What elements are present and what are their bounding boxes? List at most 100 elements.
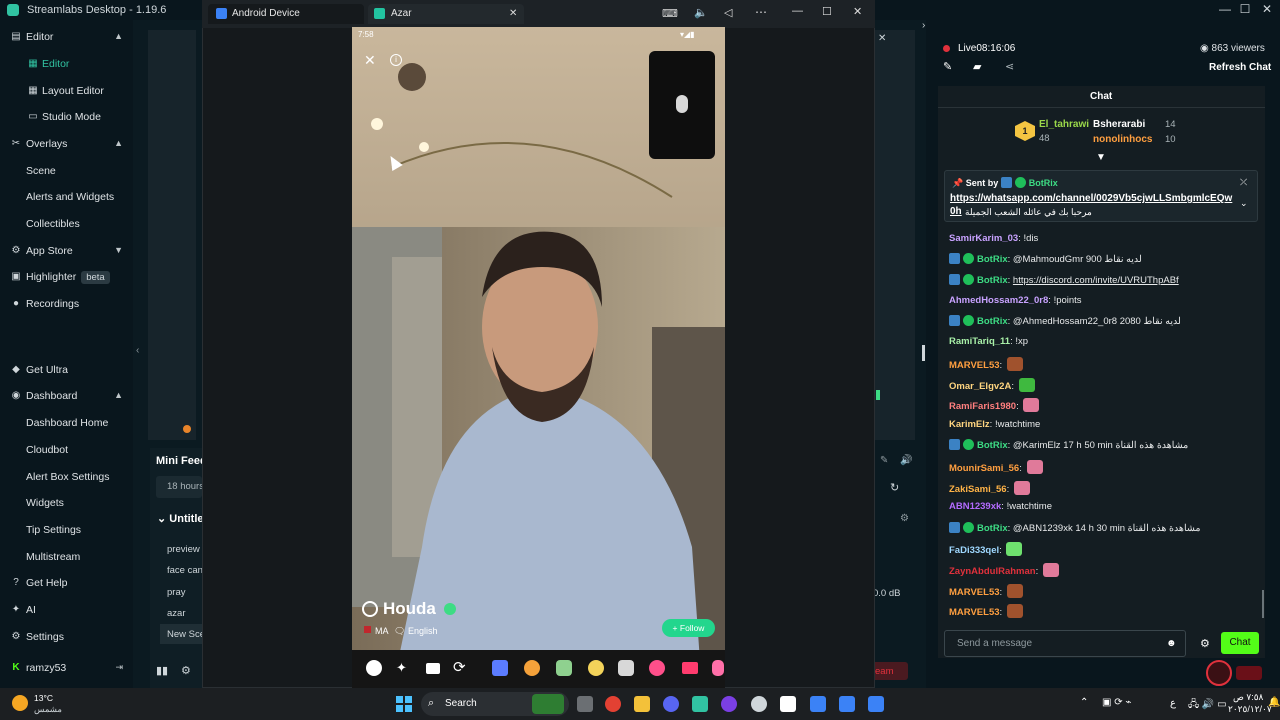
- info-icon[interactable]: i: [390, 54, 402, 66]
- sidebar-item-dashboard[interactable]: ◉ Dashboard ▲: [0, 385, 133, 407]
- clock-date[interactable]: ٢٠٢٥/١٢/٠٧: [1228, 704, 1272, 715]
- go-live-button[interactable]: eam: [875, 666, 893, 677]
- app-icon[interactable]: [868, 696, 884, 712]
- sidebar-item-alerts-widgets[interactable]: Alerts and Widgets: [0, 186, 133, 208]
- sidebar-item-cloudbot[interactable]: Cloudbot: [0, 439, 133, 461]
- app-icon[interactable]: [721, 696, 737, 712]
- chat-username[interactable]: MARVEL53: [949, 587, 1000, 598]
- streamlabs-icon[interactable]: [692, 696, 708, 712]
- heart-gift-icon[interactable]: [649, 660, 665, 676]
- more-icon[interactable]: ⋯: [755, 5, 767, 19]
- follow-button[interactable]: + Follow: [662, 619, 715, 637]
- tab-azar[interactable]: Azar: [391, 4, 412, 24]
- volume-icon[interactable]: 🔊: [900, 455, 912, 466]
- mute-icon[interactable]: ✎: [880, 455, 888, 466]
- collapse-chevron-icon[interactable]: ‹: [136, 345, 139, 356]
- tab-android-device[interactable]: Android Device: [232, 4, 300, 24]
- sidebar-item-collectibles[interactable]: Collectibles: [0, 213, 133, 235]
- switch-camera-icon[interactable]: ⟳: [453, 658, 466, 676]
- notepad-icon[interactable]: [780, 696, 796, 712]
- refresh-icon[interactable]: ↻: [890, 481, 899, 494]
- file-explorer-icon[interactable]: [634, 696, 650, 712]
- chat-username[interactable]: MounirSami_56: [949, 463, 1019, 474]
- tray-chevron-icon[interactable]: ⌃: [1080, 697, 1088, 708]
- stats-icon[interactable]: ▮▮: [156, 664, 168, 677]
- pinned-link-end[interactable]: 0h: [950, 206, 962, 217]
- close-icon[interactable]: ✕: [1259, 1, 1275, 17]
- panel-close-icon[interactable]: ✕: [878, 33, 886, 44]
- gear-icon[interactable]: ⚙: [900, 513, 909, 524]
- smile-gift-icon[interactable]: [588, 660, 604, 676]
- sidebar-item-editor-sub[interactable]: ▦ Editor: [0, 53, 133, 75]
- notification-icon[interactable]: 🔔: [1268, 697, 1280, 708]
- scene-item-selected[interactable]: New Sce: [167, 629, 205, 640]
- sidebar-item-scene[interactable]: Scene: [0, 160, 133, 182]
- chat-username[interactable]: MARVEL53: [949, 607, 1000, 618]
- folder-icon[interactable]: ▰: [973, 60, 981, 73]
- close-icon[interactable]: ✕: [853, 5, 862, 18]
- send-chat-button[interactable]: Chat: [1221, 632, 1259, 654]
- sidebar-item-app-store[interactable]: ⚙ App Store ▼: [0, 240, 133, 262]
- edit-icon[interactable]: ✎: [943, 60, 952, 73]
- mini-feed-filter[interactable]: 18 hours: [167, 481, 204, 492]
- chat-username[interactable]: ZakiSami_56: [949, 484, 1007, 495]
- chat-username[interactable]: RamiFaris1980: [949, 401, 1016, 412]
- bear-gift-icon[interactable]: [618, 660, 634, 676]
- clock-time[interactable]: ٧:٥٨ ص: [1233, 692, 1263, 703]
- scene-item[interactable]: pray: [167, 587, 185, 598]
- chat-username[interactable]: BotRix: [977, 254, 1008, 265]
- sidebar-item-layout-editor[interactable]: ▦ Layout Editor: [0, 80, 133, 102]
- camera-icon[interactable]: [426, 663, 440, 674]
- emoji-gift-icon[interactable]: [524, 660, 540, 676]
- sidebar-item-widgets[interactable]: Widgets: [0, 492, 133, 514]
- sidebar-item-get-ultra[interactable]: ◆ Get Ultra: [0, 359, 133, 381]
- language-indicator[interactable]: ع: [1170, 698, 1176, 709]
- sidebar-item-studio-mode[interactable]: ▭ Studio Mode: [0, 106, 133, 128]
- chrome-icon[interactable]: [605, 696, 621, 712]
- minimize-icon[interactable]: —: [792, 5, 803, 17]
- chat-username[interactable]: MARVEL53: [949, 360, 1000, 371]
- sidebar-item-ai[interactable]: ✦ AI: [0, 599, 133, 621]
- start-icon[interactable]: [396, 696, 412, 712]
- tray-icons[interactable]: ▣ ⟳ ⌁: [1102, 697, 1131, 708]
- refresh-chat-button[interactable]: Refresh Chat: [1209, 62, 1271, 73]
- chat-username[interactable]: SamirKarim_03: [949, 233, 1018, 244]
- chat-link[interactable]: https://discord.com/invite/UVRUThpABf: [1013, 275, 1179, 286]
- gift-icon[interactable]: [492, 660, 508, 676]
- chat-icon[interactable]: [366, 660, 382, 676]
- scene-item[interactable]: face can: [167, 565, 203, 576]
- chat-username[interactable]: ABN1239xk: [949, 501, 1001, 512]
- obs-icon[interactable]: [751, 696, 767, 712]
- close-icon[interactable]: ✕: [364, 52, 376, 69]
- chat-username[interactable]: KarimElz: [949, 419, 990, 430]
- chat-username[interactable]: BotRix: [977, 275, 1008, 286]
- maximize-icon[interactable]: ☐: [822, 5, 832, 18]
- chat-username[interactable]: FaDi333qel: [949, 545, 999, 556]
- sidebar-item-editor[interactable]: ▤ Editor ▲: [0, 26, 133, 48]
- self-preview[interactable]: [649, 51, 715, 159]
- sidebar-item-alert-box[interactable]: Alert Box Settings: [0, 466, 133, 488]
- back-icon[interactable]: ◁: [724, 6, 732, 19]
- chat-username[interactable]: BotRix: [977, 440, 1008, 451]
- scene-item[interactable]: preview: [167, 544, 200, 555]
- app-icon[interactable]: [839, 696, 855, 712]
- unpin-icon[interactable]: ⤫: [1240, 177, 1247, 188]
- pinned-link[interactable]: https://whatsapp.com/channel/0029Vb5cjwL…: [950, 193, 1232, 204]
- sidebar-item-tip-settings[interactable]: Tip Settings: [0, 519, 133, 541]
- expand-chevron-icon[interactable]: ›: [922, 20, 925, 31]
- network-volume-icons[interactable]: 🖧 🔊 ▭: [1188, 697, 1227, 714]
- chat-scrollbar[interactable]: [1262, 590, 1264, 618]
- recording-avatar[interactable]: [1206, 660, 1232, 686]
- resize-handle[interactable]: [922, 345, 925, 361]
- chat-username[interactable]: Omar_Elgv2A: [949, 381, 1011, 392]
- love-gift-icon[interactable]: [682, 662, 698, 674]
- sidebar-item-multistream[interactable]: Multistream: [0, 546, 133, 568]
- chat-settings-icon[interactable]: ⚙: [1200, 637, 1210, 650]
- sidebar-item-get-help[interactable]: ? Get Help: [0, 572, 133, 594]
- chat-username[interactable]: RamiTariq_11: [949, 336, 1010, 347]
- sidebar-item-settings[interactable]: ⚙ Settings: [0, 626, 133, 648]
- task-view-icon[interactable]: [577, 696, 593, 712]
- volume-icon[interactable]: 🔈: [694, 6, 708, 19]
- app-icon[interactable]: [810, 696, 826, 712]
- sidebar-item-highlighter[interactable]: ▣ Highlighter beta: [0, 266, 133, 288]
